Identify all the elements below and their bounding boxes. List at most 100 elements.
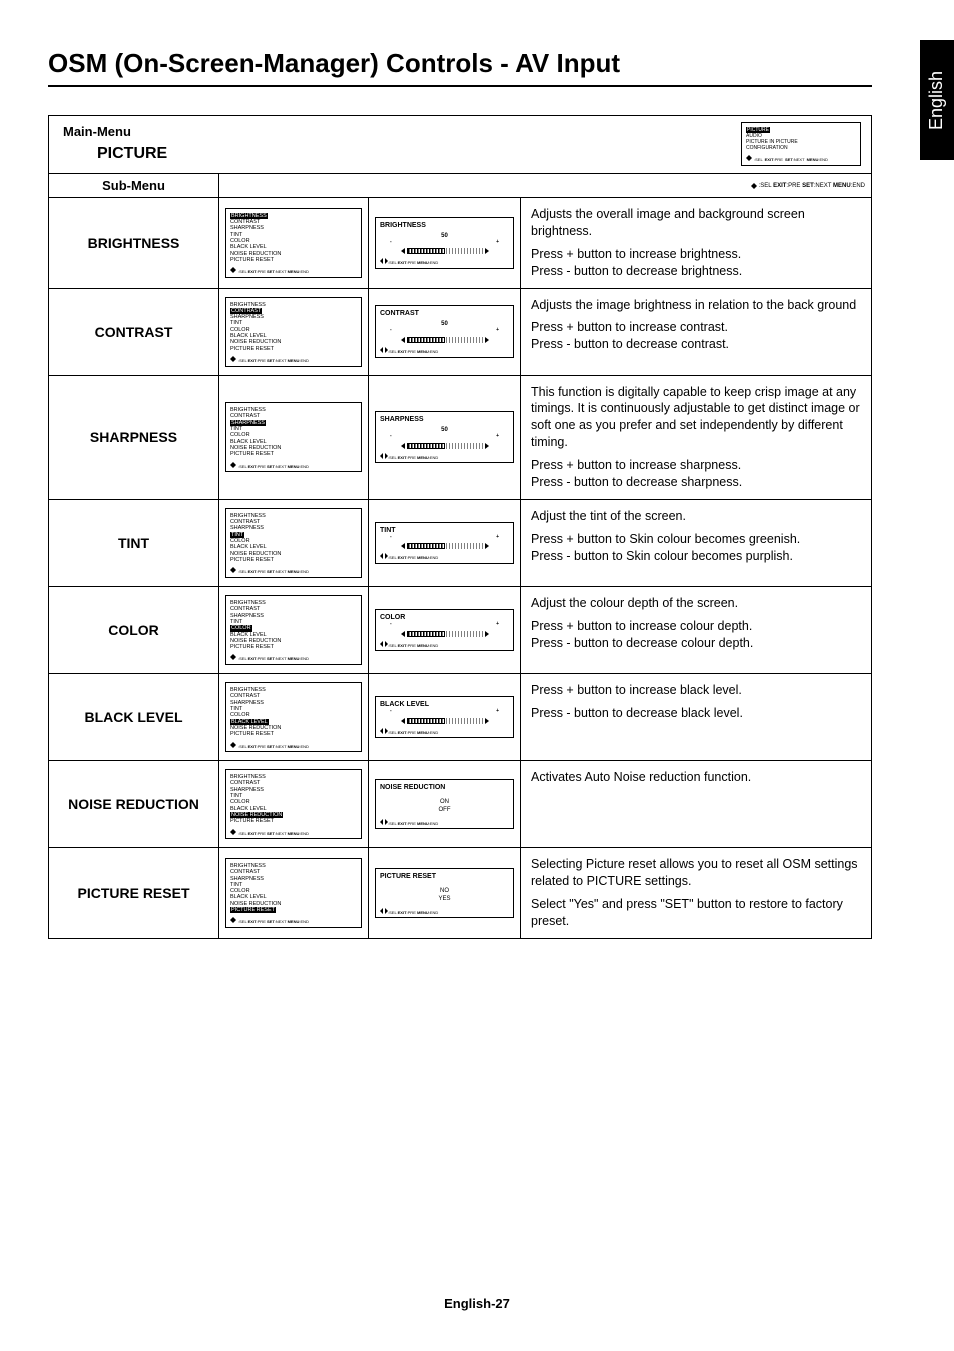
slider-track [407, 443, 483, 449]
slider-minus-label: - [390, 434, 392, 440]
submenu-osd-item: PICTURE RESET [230, 451, 357, 457]
detail-heading: PICTURE RESET [380, 873, 509, 881]
row-label: BLACK LEVEL [49, 674, 219, 760]
detail-heading: BRIGHTNESS [380, 222, 509, 230]
detail-options: NOYES [380, 887, 509, 904]
submenu-osd-preview: BRIGHTNESSCONTRASTSHARPNESSTINTCOLORBLAC… [225, 595, 362, 665]
leftright-icon [380, 347, 388, 353]
submenu-osd-item: PICTURE RESET [230, 557, 357, 563]
desc-line: Press - button to decrease sharpness. [531, 474, 861, 491]
menu-row: COLORBRIGHTNESSCONTRASTSHARPNESSTINTCOLO… [49, 586, 871, 673]
desc-para: Adjust the colour depth of the screen. [531, 595, 861, 612]
triangle-left-icon [401, 337, 405, 343]
submenu-osd-nav: :SEL EXIT:PRE SET:NEXT MENU:END [230, 462, 357, 470]
slider [380, 718, 509, 724]
slider-track [407, 337, 483, 343]
detail-osd-preview: BRIGHTNESS50-+:SEL EXIT:PRE MENU:END [375, 217, 514, 269]
slider [380, 543, 509, 549]
updown-icon [230, 917, 238, 923]
menu-row: TINTBRIGHTNESSCONTRASTSHARPNESSTINTCOLOR… [49, 499, 871, 586]
desc-line: Press - button to decrease black level. [531, 705, 861, 722]
triangle-right-icon [485, 443, 489, 449]
menu-row: BLACK LEVELBRIGHTNESSCONTRASTSHARPNESSTI… [49, 673, 871, 760]
submenu-osd-item: PICTURE RESET [230, 907, 357, 913]
row-description: Adjust the colour depth of the screen.Pr… [521, 587, 871, 673]
detail-osd-preview-cell: TINT-+:SEL EXIT:PRE MENU:END [369, 500, 521, 586]
leftright-icon [380, 819, 388, 825]
detail-osd-nav: :SEL EXIT:PRE MENU:END [380, 553, 509, 561]
updown-icon [751, 183, 759, 189]
desc-para: Selecting Picture reset allows you to re… [531, 856, 861, 890]
detail-osd-nav: :SEL EXIT:PRE MENU:END [380, 347, 509, 355]
detail-option: ON [380, 798, 509, 806]
slider-end-labels: -+ [380, 709, 509, 715]
triangle-left-icon [401, 443, 405, 449]
leftright-icon [380, 641, 388, 647]
desc-para: This function is digitally capable to ke… [531, 384, 861, 452]
detail-value: 50 [380, 233, 509, 240]
triangle-right-icon [485, 337, 489, 343]
row-label: CONTRAST [49, 289, 219, 375]
slider-plus-label: + [496, 328, 499, 334]
slider-plus-label: + [496, 434, 499, 440]
triangle-left-icon [401, 543, 405, 549]
mini-main-item: CONFIGURATION [746, 145, 856, 151]
slider-plus-label: + [496, 240, 499, 246]
detail-osd-preview-cell: PICTURE RESETNOYES:SEL EXIT:PRE MENU:END [369, 848, 521, 938]
language-tab-label: English [927, 70, 948, 129]
detail-osd-preview-cell: BLACK LEVEL-+ :SEL EXIT:PRE MENU:END [369, 674, 521, 760]
detail-heading: BLACK LEVEL [380, 701, 509, 709]
menu-row: BRIGHTNESS BRIGHTNESSCONTRASTSHARPNESSTIN… [49, 198, 871, 288]
page-title: OSM (On-Screen-Manager) Controls - AV In… [48, 48, 872, 87]
row-label: PICTURE RESET [49, 848, 219, 938]
submenu-osd-preview-cell: BRIGHTNESSCONTRASTSHARPNESSTINTCOLORBLAC… [219, 500, 369, 586]
content-table: Main-Menu PICTURE PICTUREAUDIOPICTURE IN… [48, 115, 872, 939]
desc-line: Select "Yes" and press "SET" button to r… [531, 896, 861, 930]
updown-icon [230, 742, 238, 748]
detail-osd-preview: COLOR-+:SEL EXIT:PRE MENU:END [375, 609, 514, 651]
slider-minus-label: - [390, 328, 392, 334]
detail-osd-nav: :SEL EXIT:PRE MENU:END [380, 819, 509, 827]
detail-osd-preview-cell: COLOR-+:SEL EXIT:PRE MENU:END [369, 587, 521, 673]
updown-icon [746, 155, 754, 161]
leftright-icon [380, 258, 388, 264]
detail-value: 50 [380, 427, 509, 434]
submenu-osd-nav: :SEL EXIT:PRE SET:NEXT MENU:END [230, 654, 357, 662]
slider-minus-label: - [390, 622, 392, 628]
page-number: English-27 [0, 1296, 954, 1311]
updown-icon [230, 567, 238, 573]
slider-track [407, 631, 483, 637]
slider-plus-label: + [496, 709, 499, 715]
desc-line: Press + button to increase contrast. [531, 319, 861, 336]
submenu-osd-nav: :SEL EXIT:PRE SET:NEXT MENU:END [230, 567, 357, 575]
updown-icon [230, 267, 238, 273]
main-menu-title: PICTURE [63, 139, 857, 167]
triangle-left-icon [401, 718, 405, 724]
submenu-osd-item: PICTURE RESET [230, 818, 357, 824]
submenu-osd-item: PICTURE RESET [230, 257, 357, 263]
submenu-osd-preview: BRIGHTNESSCONTRASTSHARPNESSTINTCOLORBLAC… [225, 297, 362, 367]
main-menu-header: Main-Menu [63, 124, 857, 139]
submenu-osd-preview-cell: BRIGHTNESSCONTRASTSHARPNESSTINTCOLORBLAC… [219, 761, 369, 847]
desc-para: Press + button to increase black level. [531, 682, 861, 699]
triangle-left-icon [401, 631, 405, 637]
detail-osd-nav: :SEL EXIT:PRE MENU:END [380, 728, 509, 736]
submenu-osd-preview-cell: BRIGHTNESSCONTRASTSHARPNESSTINTCOLORBLAC… [219, 198, 369, 288]
leftright-icon [380, 453, 388, 459]
desc-line: Press + button to increase brightness. [531, 246, 861, 263]
desc-instructions: Press - button to decrease black level. [531, 705, 861, 722]
detail-osd-preview: BLACK LEVEL-+ :SEL EXIT:PRE MENU:END [375, 696, 514, 738]
slider-track [407, 543, 483, 549]
menu-row: CONTRASTBRIGHTNESSCONTRASTSHARPNESSTINTC… [49, 288, 871, 375]
submenu-osd-preview: BRIGHTNESSCONTRASTSHARPNESSTINTCOLORBLAC… [225, 682, 362, 752]
updown-icon [230, 829, 238, 835]
detail-osd-preview: CONTRAST50-+:SEL EXIT:PRE MENU:END [375, 305, 514, 357]
submenu-nav-text: :SEL EXIT:PRE SET:NEXT MENU:END [759, 183, 865, 189]
detail-option: OFF [380, 806, 509, 814]
slider-end-labels: -+ [380, 535, 509, 541]
main-menu-panel: Main-Menu PICTURE PICTUREAUDIOPICTURE IN… [49, 116, 871, 174]
slider-end-labels: -+ [380, 240, 509, 246]
detail-heading: CONTRAST [380, 310, 509, 318]
desc-instructions: Press + button to Skin colour becomes gr… [531, 531, 861, 565]
detail-osd-preview-cell: NOISE REDUCTIONONOFF:SEL EXIT:PRE MENU:E… [369, 761, 521, 847]
